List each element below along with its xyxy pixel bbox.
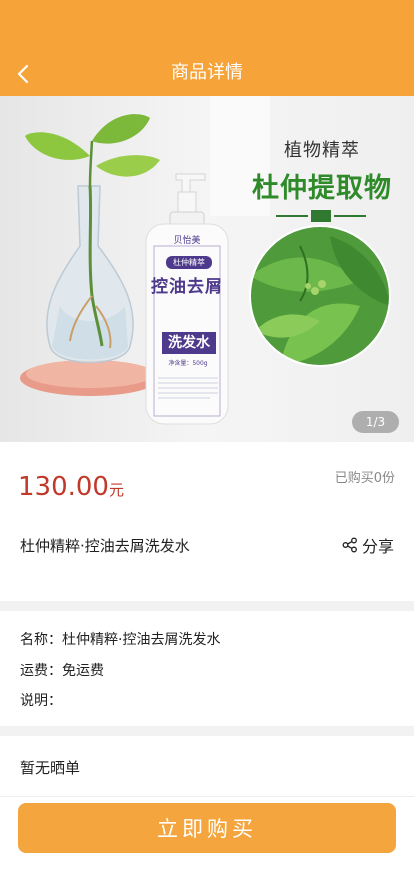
divider (0, 726, 414, 736)
detail-shipping: 运费：免运费 (20, 660, 104, 680)
detail-shipping-label: 运费： (20, 663, 62, 679)
hero-subheadline: 杜仲提取物 (252, 173, 392, 204)
detail-name: 名称：杜仲精粹·控油去屑洗发水 (20, 629, 220, 649)
price-value: 130.00 (18, 472, 109, 502)
page-title: 商品详情 (171, 62, 243, 83)
product-name: 杜仲精粹·控油去屑洗发水 (20, 537, 190, 555)
detail-shipping-value: 免运费 (62, 663, 104, 679)
share-label: 分享 (361, 537, 394, 556)
header-bar: 商品详情 (0, 0, 414, 96)
image-counter: 1/3 (352, 411, 399, 433)
price: 130.00元 (18, 470, 124, 507)
share-button[interactable]: 分享 (342, 533, 394, 557)
detail-name-value: 杜仲精粹·控油去屑洗发水 (62, 632, 221, 648)
product-image-carousel[interactable]: 植物精萃 杜仲提取物 贝怡美 杜仲精萃 控油去屑 洗发水 净含量：500g (0, 96, 414, 442)
hero-headline: 植物精萃 (284, 140, 360, 161)
bottle-net-weight: 净含量：500g (168, 360, 208, 367)
bottle (145, 223, 229, 425)
buy-now-button[interactable]: 立即购买 (18, 803, 396, 853)
bottle-line1: 控油去屑 (151, 277, 223, 297)
divider (0, 601, 414, 611)
no-reviews-text: 暂无晒单 (20, 759, 81, 777)
share-icon (342, 537, 357, 553)
detail-name-label: 名称： (20, 632, 62, 648)
sold-count: 已购买0份 (334, 471, 395, 486)
detail-description: 说明： (20, 690, 62, 710)
bottle-brand: 贝怡美 (173, 236, 201, 246)
divider (0, 796, 414, 797)
bottle-line2: 洗发水 (168, 335, 210, 351)
price-unit: 元 (108, 481, 124, 499)
detail-description-label: 说明： (20, 693, 62, 709)
bottle-tag: 杜仲精萃 (166, 256, 212, 269)
